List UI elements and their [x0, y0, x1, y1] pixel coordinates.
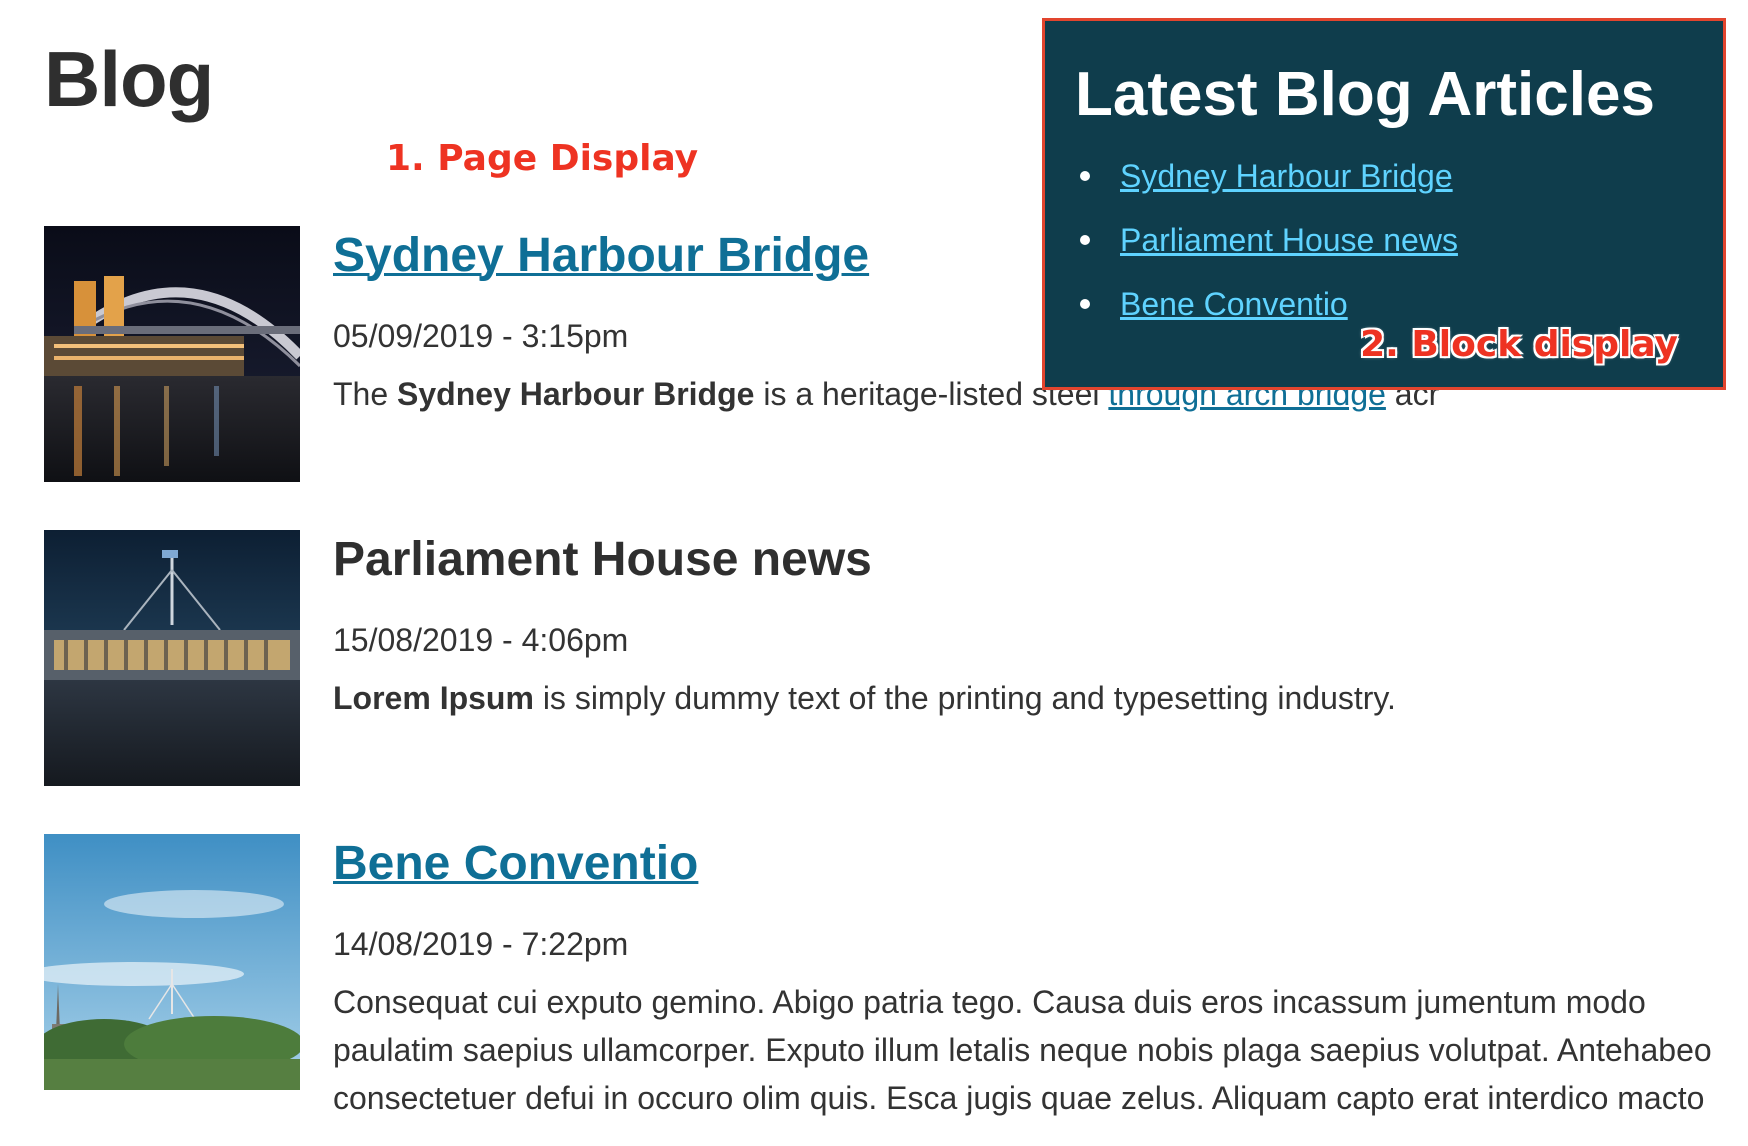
list-item: Parliament House news [1080, 220, 1458, 260]
article-title-link[interactable]: Sydney Harbour Bridge [333, 229, 869, 282]
article-body: Bene Conventio 14/08/2019 - 7:22pm Conse… [333, 834, 1723, 1122]
article-summary: Consequat cui exputo gemino. Abigo patri… [333, 984, 1712, 1116]
article-summary: Lorem Ipsum is simply dummy text of the … [333, 674, 1723, 722]
latest-articles-block: Latest Blog Articles Sydney Harbour Brid… [1042, 18, 1726, 390]
summary-text: is simply dummy text of the printing and… [533, 680, 1396, 716]
article-thumbnail-sydney-bridge[interactable] [44, 226, 300, 482]
article-date: 15/08/2019 - 4:06pm [333, 622, 629, 658]
latest-article-link[interactable]: Bene Conventio [1120, 286, 1348, 322]
article-title-text: Parliament House news [333, 533, 872, 586]
list-item: Sydney Harbour Bridge [1080, 156, 1458, 196]
annotation-page-display: 1. Page Display [386, 138, 699, 179]
latest-article-link[interactable]: Sydney Harbour Bridge [1120, 158, 1453, 194]
summary-bold: Sydney Harbour Bridge [397, 376, 755, 412]
latest-articles-list: Sydney Harbour Bridge Parliament House n… [1080, 156, 1458, 348]
bullet-icon [1080, 235, 1090, 245]
bullet-icon [1080, 299, 1090, 309]
blog-page: Blog 1. Page Display Sydney Harbour Brid… [0, 0, 1748, 1146]
annotation-block-display: 2. Block display [1360, 324, 1678, 365]
article-title: Parliament House news [333, 530, 1723, 590]
latest-article-link[interactable]: Parliament House news [1120, 222, 1458, 258]
summary-text: The [333, 376, 398, 412]
article-thumbnail-canberra[interactable] [44, 834, 300, 1090]
page-title: Blog [44, 35, 214, 123]
article-title: Bene Conventio [333, 834, 1723, 894]
article-thumbnail-parliament[interactable] [44, 530, 300, 786]
article-title-link[interactable]: Bene Conventio [333, 837, 698, 890]
article-date: 14/08/2019 - 7:22pm [333, 926, 629, 962]
block-title: Latest Blog Articles [1075, 60, 1655, 129]
list-item: Bene Conventio [1080, 284, 1458, 324]
article-body: Parliament House news 15/08/2019 - 4:06p… [333, 530, 1723, 722]
summary-bold: Lorem Ipsum [333, 680, 534, 716]
bullet-icon [1080, 171, 1090, 181]
